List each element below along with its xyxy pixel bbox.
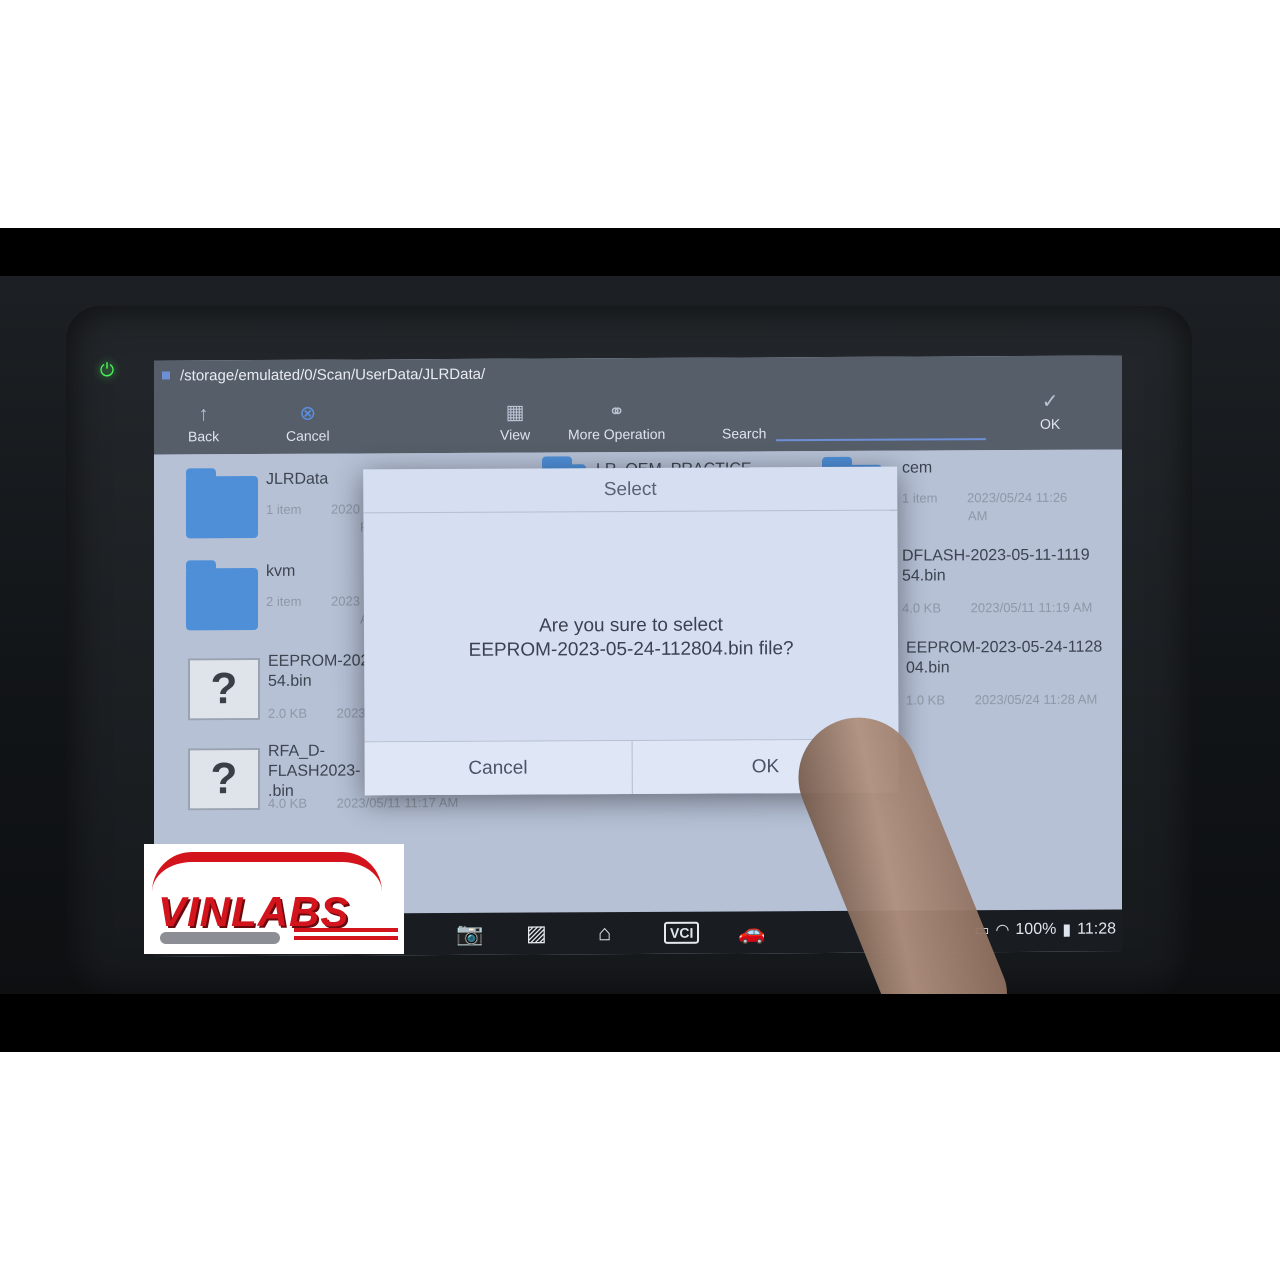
file-count: 2 item xyxy=(266,593,302,609)
file-name: DFLASH-2023-05-11-1119 54.bin xyxy=(902,546,1090,585)
key-icon xyxy=(160,932,280,944)
search-label: Search xyxy=(722,425,767,442)
back-label: Back xyxy=(188,428,220,445)
file-name: JLRData xyxy=(266,470,329,488)
screenshot-icon[interactable]: ▨ xyxy=(526,920,547,946)
file-size: 4.0 KB xyxy=(268,795,308,811)
status-bar: ▭ ◠ 100% ▮ 11:28 xyxy=(974,919,1116,940)
more-operation-button[interactable]: ⚭ More Operation xyxy=(568,398,666,443)
breadcrumb: /storage/emulated/0/Scan/UserData/JLRDat… xyxy=(162,363,485,387)
clock: 11:28 xyxy=(1077,920,1116,938)
cancel-label: Cancel xyxy=(286,427,330,444)
unknown-file-icon: ? xyxy=(188,747,260,811)
list-item[interactable]: 2.0 KB 2023/05/11 11:19 xyxy=(516,781,816,875)
logo-stripe xyxy=(294,928,398,932)
cancel-toolbar-button[interactable]: ⊗ Cancel xyxy=(286,400,330,444)
battery-icon: ▮ xyxy=(1062,921,1072,939)
arrow-up-icon: ↑ xyxy=(198,403,209,426)
file-count: 1 item xyxy=(266,501,302,517)
file-meta: 1 item 2023/05/24 11:26 xyxy=(902,490,1093,506)
dialog-title: Select xyxy=(363,466,898,514)
file-date: 2023 xyxy=(336,705,366,721)
camera-icon[interactable]: 📷 xyxy=(456,921,483,947)
file-name: kvm xyxy=(266,562,296,580)
file-name: EEPROM-2023-05-24-1128 04.bin xyxy=(906,638,1103,677)
wifi-icon: ◠ xyxy=(995,922,1010,940)
vehicle-icon[interactable]: 🚗 xyxy=(738,919,765,945)
dialog-message-line2: EEPROM-2023-05-24-112804.bin file? xyxy=(468,638,794,661)
search-box: Search xyxy=(722,422,987,442)
file-date: 2023 xyxy=(331,593,360,609)
file-name: EEPROM-202 54.bin xyxy=(268,652,370,690)
file-count: 1 item xyxy=(902,490,938,506)
logo-swoosh xyxy=(152,852,382,892)
file-size: 1.0 KB xyxy=(906,692,946,708)
file-name: RFA_D- FLASH2023- .bin xyxy=(268,742,361,800)
file-meta: 4.0 KB 2023/05/11 11:17 AM xyxy=(268,795,484,811)
unknown-file-icon: ? xyxy=(188,657,260,721)
search-input[interactable] xyxy=(776,422,987,442)
file-date: 2023/05/24 11:26 xyxy=(967,489,1068,506)
file-size: 2.0 KB xyxy=(268,705,308,721)
file-browser-toolbar: /storage/emulated/0/Scan/UserData/JLRDat… xyxy=(154,355,1122,455)
path-text: /storage/emulated/0/Scan/UserData/JLRDat… xyxy=(180,365,486,384)
folder-icon xyxy=(186,567,258,631)
folder-path-icon xyxy=(162,371,170,380)
link-icon: ⚭ xyxy=(608,401,626,424)
file-ampm: AM xyxy=(968,508,988,524)
vinlabs-logo: VINLABS xyxy=(144,844,404,954)
ok-toolbar-button[interactable]: ✓ OK xyxy=(1040,388,1060,432)
dialog-message-line1: Are you sure to select xyxy=(539,614,723,637)
power-icon: ⏻ xyxy=(99,360,115,380)
folder-icon xyxy=(186,475,258,539)
view-button[interactable]: ▦ View xyxy=(500,399,530,443)
file-date: 2020 xyxy=(331,501,360,517)
home-icon[interactable]: ⌂ xyxy=(598,920,611,946)
logo-stripe xyxy=(294,936,398,940)
file-meta: 4.0 KB 2023/05/11 11:19 AM xyxy=(902,599,1118,616)
back-button[interactable]: ↑ Back xyxy=(188,400,219,444)
letterbox-bottom xyxy=(0,994,1280,1052)
file-date: 2023/05/11 11:17 AM xyxy=(336,794,459,811)
letterbox-top xyxy=(0,228,1280,276)
grid-icon: ▦ xyxy=(505,401,525,424)
file-size: 4.0 KB xyxy=(902,600,942,616)
cancel-circle-icon: ⊗ xyxy=(299,402,317,425)
more-operation-label: More Operation xyxy=(568,425,666,443)
file-date: 2023/05/24 11:28 AM xyxy=(974,691,1098,708)
file-name: cem xyxy=(902,459,933,477)
ok-label: OK xyxy=(1040,415,1061,432)
view-label: View xyxy=(500,426,531,443)
battery-percent: 100% xyxy=(1015,920,1057,939)
file-date: 2023/05/11 11:19 AM xyxy=(970,599,1093,616)
check-icon: ✓ xyxy=(1041,390,1059,413)
file-meta: 1.0 KB 2023/05/24 11:28 AM xyxy=(906,691,1122,708)
dialog-cancel-button[interactable]: Cancel xyxy=(364,741,632,796)
dialog-message: Are you sure to select EEPROM-2023-05-24… xyxy=(364,613,898,664)
vci-button[interactable]: VCI xyxy=(664,921,700,944)
